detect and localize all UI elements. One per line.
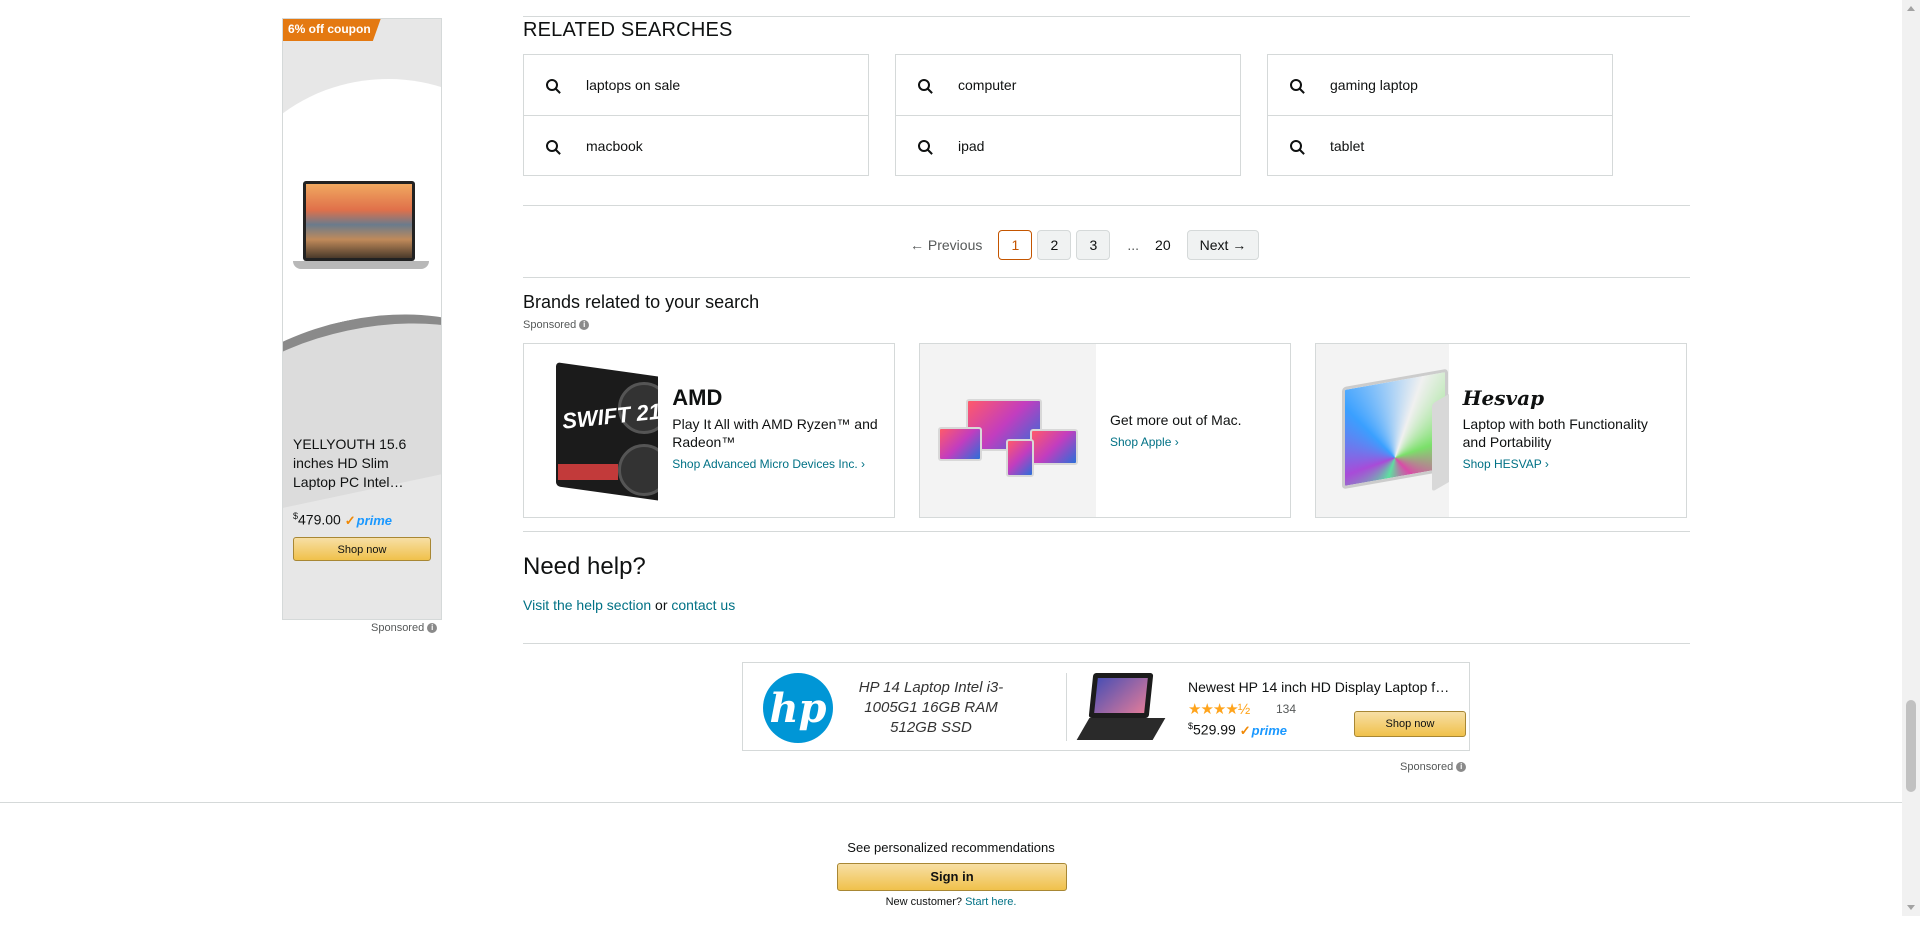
help-or-text: or: [655, 597, 668, 613]
hp-logo[interactable]: hp: [763, 673, 833, 743]
search-icon: [918, 79, 930, 91]
next-page-button[interactable]: Next →: [1186, 230, 1260, 260]
scrollbar-thumb[interactable]: [1906, 700, 1916, 792]
page-2-button[interactable]: 2: [1037, 230, 1072, 260]
ad-product-title[interactable]: YELLYOUTH 15.6 inches HD Slim Laptop PC …: [293, 435, 433, 492]
related-search-item[interactable]: gaming laptop: [1268, 55, 1612, 115]
amd-gpu-image: SWIFT 210: [524, 344, 659, 517]
help-links: Visit the help section or contact us: [523, 597, 735, 613]
side-ad-sponsored-label[interactable]: Sponsored i: [371, 622, 438, 634]
hp-product-price: $529.99 prime: [1188, 721, 1287, 739]
contact-us-link[interactable]: contact us: [671, 597, 735, 613]
divider: [523, 643, 1690, 644]
brands-section-title: Brands related to your search: [523, 292, 760, 312]
hp-banner-headline[interactable]: HP 14 Laptop Intel i3-1005G1 16GB RAM 51…: [851, 678, 1011, 738]
brand-card-text: Get more out of Mac.: [1110, 412, 1242, 428]
info-icon[interactable]: i: [427, 623, 438, 634]
info-icon[interactable]: i: [1456, 762, 1467, 773]
shop-amd-link[interactable]: Shop Advanced Micro Devices Inc. ›: [672, 457, 880, 472]
search-icon: [1290, 79, 1302, 91]
sign-in-button[interactable]: Sign in: [837, 863, 1067, 891]
previous-page-button[interactable]: ← Previous: [910, 237, 982, 253]
brand-card-amd[interactable]: SWIFT 210 AMD Play It All with AMD Ryzen…: [523, 343, 895, 518]
shop-apple-link[interactable]: Shop Apple ›: [1110, 435, 1242, 450]
info-icon[interactable]: i: [579, 320, 590, 331]
apple-devices-image: [920, 344, 1096, 517]
coupon-badge: 6% off coupon: [283, 19, 381, 41]
hp-shop-now-button[interactable]: Shop now: [1354, 711, 1466, 737]
divider: [523, 16, 1690, 17]
hesvap-laptop-image: [1316, 344, 1449, 517]
related-search-column: gaming laptop tablet: [1267, 54, 1613, 176]
related-search-label[interactable]: gaming laptop: [1330, 77, 1418, 93]
related-search-label[interactable]: laptops on sale: [586, 77, 680, 93]
ad-shop-now-button[interactable]: Shop now: [293, 537, 431, 561]
brand-card-text: Laptop with both Functionality and Porta…: [1462, 416, 1648, 450]
hp-ad-sponsored-label[interactable]: Sponsored i: [1400, 761, 1467, 773]
related-search-item[interactable]: computer: [896, 55, 1240, 115]
related-search-item[interactable]: ipad: [896, 115, 1240, 176]
hp-product-title[interactable]: Newest HP 14 inch HD Display Laptop f…: [1188, 679, 1449, 695]
search-icon: [918, 140, 930, 152]
scroll-up-arrow-icon[interactable]: [1907, 6, 1915, 11]
related-search-label[interactable]: ipad: [958, 138, 984, 154]
side-product-ad[interactable]: 6% off coupon YELLYOUTH 15.6 inches HD S…: [282, 18, 442, 620]
review-count[interactable]: 134: [1276, 702, 1296, 716]
shop-hesvap-link[interactable]: Shop HESVAP ›: [1463, 457, 1672, 472]
banner-divider: [1066, 673, 1067, 741]
search-icon: [1290, 140, 1302, 152]
page-1-button[interactable]: 1: [998, 230, 1033, 260]
laptop-image[interactable]: [293, 181, 429, 287]
hp-laptop-image[interactable]: [1076, 673, 1166, 741]
related-searches-title: RELATED SEARCHES: [523, 19, 733, 41]
star-rating[interactable]: ★★★★½: [1188, 700, 1250, 718]
page-20-link[interactable]: 20: [1155, 237, 1171, 253]
related-search-item[interactable]: laptops on sale: [524, 55, 868, 115]
scroll-down-arrow-icon[interactable]: [1907, 905, 1915, 910]
page-scrollbar[interactable]: [1902, 0, 1920, 916]
brand-card-hesvap[interactable]: Hesvap Laptop with both Functionality an…: [1315, 343, 1687, 518]
related-search-label[interactable]: macbook: [586, 138, 643, 154]
prime-badge: prime: [1240, 723, 1287, 738]
divider: [523, 205, 1690, 206]
related-search-label[interactable]: computer: [958, 77, 1016, 93]
related-search-label[interactable]: tablet: [1330, 138, 1364, 154]
related-search-column: laptops on sale macbook: [523, 54, 869, 176]
brands-sponsored-label[interactable]: Sponsored i: [523, 319, 590, 331]
hesvap-logo: Hesvap: [1462, 386, 1545, 410]
new-customer-line: New customer? Start here.: [0, 896, 1902, 908]
related-search-item[interactable]: tablet: [1268, 115, 1612, 176]
help-section-link[interactable]: Visit the help section: [523, 597, 651, 613]
start-here-link[interactable]: Start here.: [965, 896, 1016, 908]
divider: [523, 277, 1690, 278]
hp-banner-ad[interactable]: hp HP 14 Laptop Intel i3-1005G1 16GB RAM…: [742, 662, 1470, 751]
prime-badge: prime: [345, 513, 392, 528]
search-icon: [546, 140, 558, 152]
related-search-column: computer ipad: [895, 54, 1241, 176]
page-3-button[interactable]: 3: [1076, 230, 1111, 260]
new-customer-text: New customer?: [885, 896, 962, 908]
recommendations-text: See personalized recommendations: [847, 840, 1055, 855]
search-icon: [546, 79, 558, 91]
related-search-item[interactable]: macbook: [524, 115, 868, 176]
pagination: ← Previous 1 2 3 ... 20 Next →: [910, 229, 1264, 261]
pagination-ellipsis: ...: [1127, 237, 1140, 253]
ad-product-price: $479.00 prime: [293, 511, 392, 529]
brand-card-apple[interactable]: Get more out of Mac. Shop Apple ›: [919, 343, 1291, 518]
amd-logo: AMD: [672, 385, 723, 410]
divider: [523, 531, 1690, 532]
need-help-title: Need help?: [523, 553, 646, 580]
brand-card-text: Play It All with AMD Ryzen™ and Radeon™: [672, 416, 878, 450]
